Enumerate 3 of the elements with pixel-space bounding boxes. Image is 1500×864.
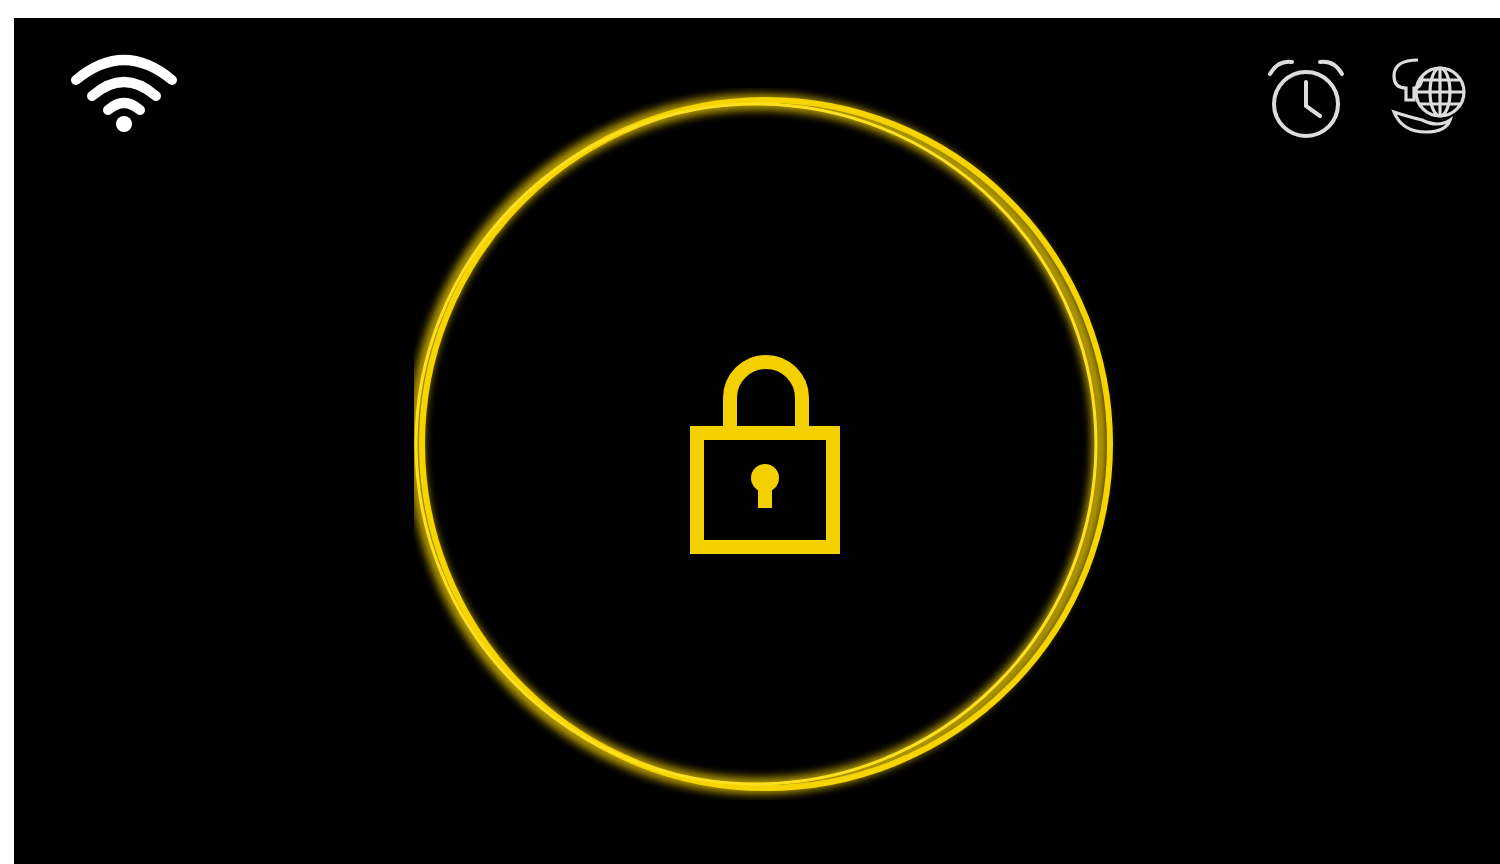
wifi-icon [68, 52, 180, 132]
language-globe-icon[interactable] [1386, 52, 1470, 136]
alarm-clock-icon[interactable] [1262, 54, 1350, 142]
